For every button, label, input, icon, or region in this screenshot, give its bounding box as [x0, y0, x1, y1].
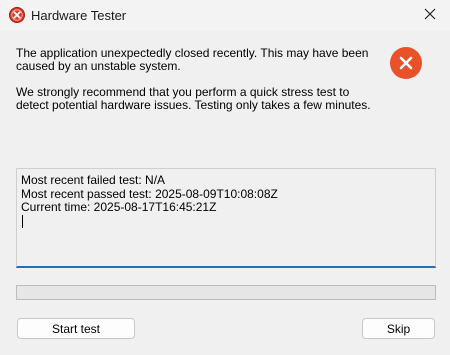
- test-log-textarea[interactable]: Most recent failed test: N/A Most recent…: [16, 168, 436, 268]
- title-bar: Hardware Tester: [0, 0, 450, 31]
- log-line-failed: Most recent failed test: N/A: [21, 173, 166, 187]
- close-button[interactable]: [410, 0, 450, 31]
- error-badge-icon: [390, 47, 422, 79]
- message-text: The application unexpectedly closed rece…: [16, 47, 376, 125]
- log-line-passed: Most recent passed test: 2025-08-09T10:0…: [21, 186, 278, 201]
- text-caret-line: [21, 214, 431, 232]
- hardware-tester-window: Hardware Tester The application unexpect…: [0, 0, 450, 355]
- message-paragraph-2: We strongly recommend that you perform a…: [16, 85, 371, 112]
- start-test-button[interactable]: Start test: [17, 318, 135, 339]
- log-line-current-time: Current time: 2025-08-17T16:45:21Z: [21, 200, 217, 214]
- skip-button[interactable]: Skip: [362, 318, 435, 339]
- message-paragraph-1: The application unexpectedly closed rece…: [16, 46, 369, 73]
- close-icon: [424, 8, 436, 23]
- test-progress-bar: [16, 285, 436, 300]
- text-caret: [22, 214, 23, 228]
- window-title: Hardware Tester: [31, 8, 127, 23]
- error-icon: [9, 7, 25, 23]
